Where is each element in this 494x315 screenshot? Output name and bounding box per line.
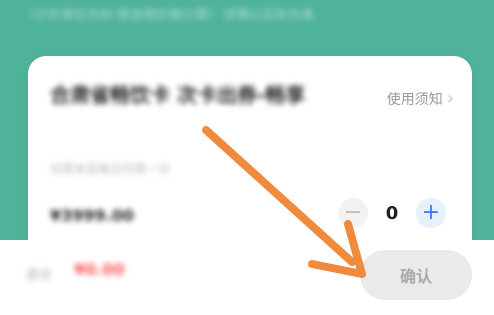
quantity-value: 0: [385, 202, 399, 224]
product-price: ¥3999.00: [50, 206, 135, 225]
checkout-bar: 合计 ¥0.00 确认: [0, 240, 494, 315]
decrease-quantity-button[interactable]: −: [338, 198, 368, 228]
total-label: 合计: [26, 268, 53, 283]
product-subtitle: 仅限本店每日可用一次: [50, 162, 171, 176]
usage-notice-label: 使用须知: [386, 91, 443, 108]
confirm-button[interactable]: 确认: [360, 250, 472, 300]
increase-quantity-button[interactable]: +: [416, 198, 446, 228]
product-card: 合肃省畅饮卡 次卡出券-畅享 使用须知 › 仅限本店每日可用一次 ¥3999.0…: [28, 56, 472, 266]
quantity-stepper: − 0 +: [338, 198, 446, 228]
total-amount: ¥0.00: [74, 260, 125, 279]
usage-notice-link[interactable]: 使用须知 ›: [387, 88, 454, 109]
header-note: （计价单位为份·按含税价格计算）· 详情以实际为准: [22, 8, 314, 22]
product-title: 合肃省畅饮卡 次卡出券-畅享: [50, 83, 306, 107]
chevron-right-icon: ›: [446, 88, 454, 109]
